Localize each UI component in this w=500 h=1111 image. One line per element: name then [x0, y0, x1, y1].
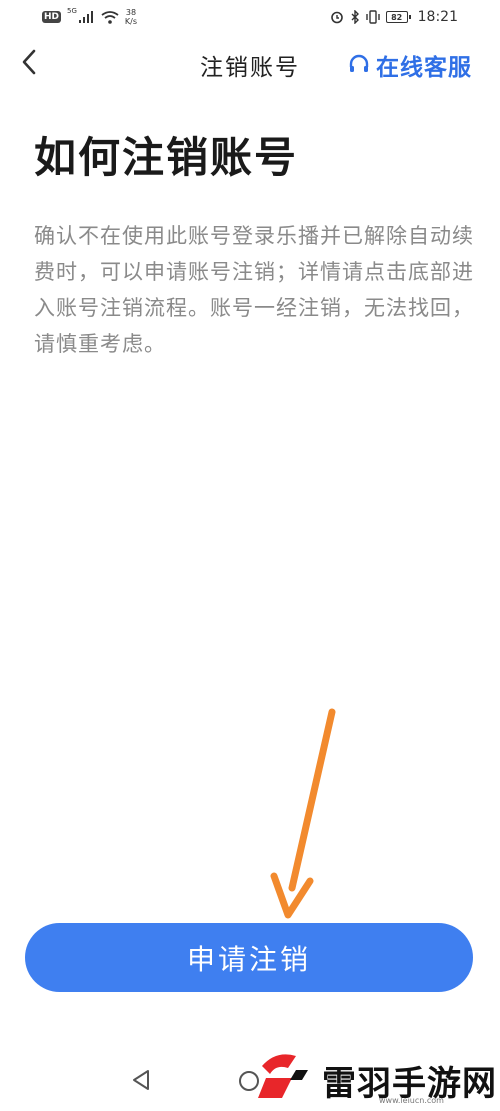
clock: 18:21 [417, 9, 458, 25]
watermark-url: www.leiucn.com [379, 1096, 444, 1105]
status-bar: HD 5G 38 K/s 82 18:21 [0, 0, 500, 34]
system-back-icon[interactable] [130, 1068, 152, 1092]
network-speed: 38 K/s [125, 8, 137, 26]
battery-icon: 82 [385, 11, 411, 23]
headset-icon [349, 54, 369, 72]
online-support-label: 在线客服 [376, 54, 472, 81]
speed-value: 38 [125, 8, 137, 17]
watermark: 雷羽手游网 www.leiucn.com [252, 1046, 500, 1111]
description-text: 确认不在使用此账号登录乐播并已解除自动续费时，可以申请账号注销；详情请点击底部进… [34, 224, 474, 356]
back-button[interactable] [14, 44, 44, 80]
nav-bar: 注销账号 在线客服 [0, 36, 500, 88]
apply-cancellation-button[interactable]: 申请注销 [25, 923, 473, 992]
status-right: 82 18:21 [330, 9, 458, 25]
alarm-icon [330, 11, 343, 24]
battery-level: 82 [391, 12, 403, 22]
status-left: HD 5G 38 K/s [42, 7, 137, 26]
wifi-icon [101, 10, 119, 24]
screen: HD 5G 38 K/s 82 18:21 注销账号 在线客服 如何注销账号 确… [0, 0, 500, 1111]
vibrate-icon [365, 10, 380, 24]
heading: 如何注销账号 [34, 133, 299, 182]
hd-badge: HD [42, 11, 62, 23]
speed-unit: K/s [124, 17, 138, 26]
logo-icon [258, 1054, 308, 1098]
bluetooth-icon [351, 10, 359, 24]
signal-icon [78, 11, 93, 23]
page-title: 注销账号 [200, 55, 300, 81]
chevron-left-icon [22, 49, 36, 75]
network-type: 5G [67, 7, 77, 15]
online-support-button[interactable]: 在线客服 [348, 48, 472, 82]
annotation-arrow-icon [270, 708, 336, 919]
